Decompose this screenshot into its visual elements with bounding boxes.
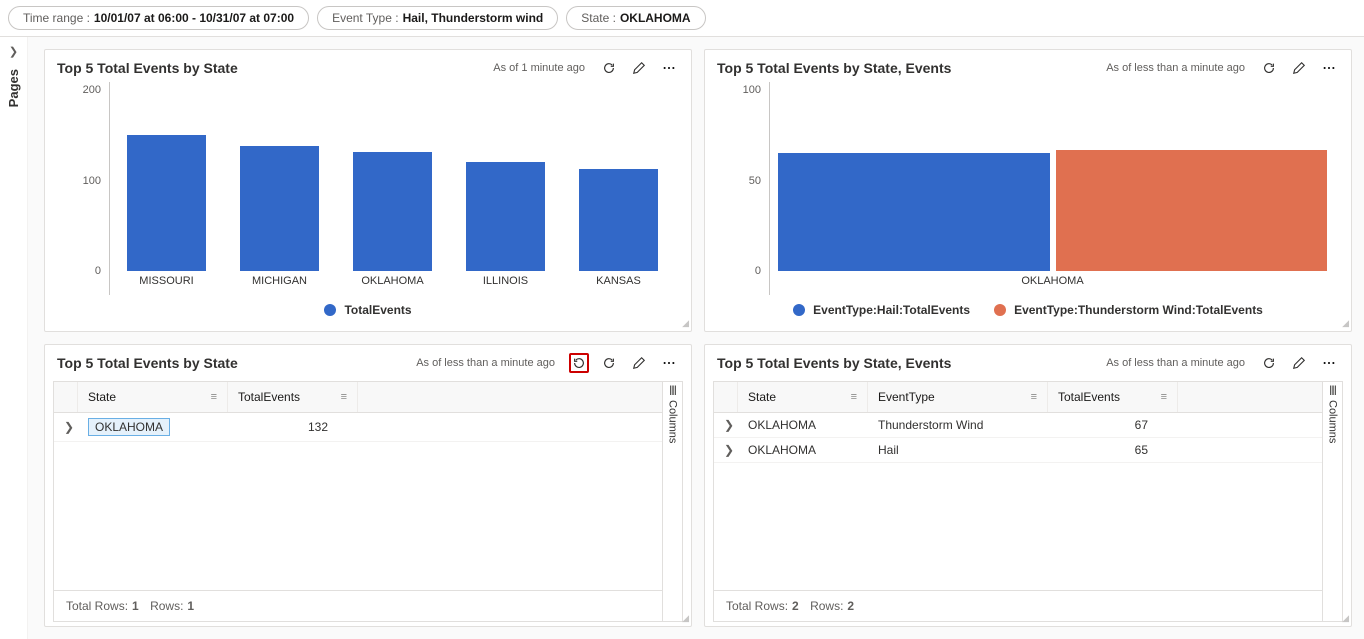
filter-event-type[interactable]: Event Type : Hail, Thunderstorm wind: [317, 6, 558, 30]
tile-title: Top 5 Total Events by State, Events: [717, 355, 1106, 371]
table-header: State≡ TotalEvents≡: [54, 382, 662, 413]
table-footer: Total Rows:2 Rows:2: [714, 590, 1322, 621]
resize-grip-icon[interactable]: [1339, 319, 1349, 329]
tile-top-right: Top 5 Total Events by State, Events As o…: [704, 49, 1352, 332]
bar[interactable]: [778, 153, 1049, 271]
expand-icon[interactable]: ❯: [714, 413, 738, 437]
bar[interactable]: [240, 146, 319, 271]
filter-bar: Time range : 10/01/07 at 06:00 - 10/31/0…: [0, 0, 1364, 37]
bar[interactable]: [353, 152, 432, 271]
column-menu-icon[interactable]: ≡: [1031, 391, 1037, 403]
asof-text: As of less than a minute ago: [1106, 62, 1245, 74]
pages-sidebar[interactable]: ❯ Pages: [0, 37, 28, 639]
resize-grip-icon[interactable]: [679, 319, 689, 329]
tile-bottom-right: Top 5 Total Events by State, Events As o…: [704, 344, 1352, 627]
resize-grip-icon[interactable]: [1339, 614, 1349, 624]
asof-text: As of less than a minute ago: [1106, 357, 1245, 369]
bar[interactable]: [466, 162, 545, 271]
column-header-state[interactable]: State≡: [78, 382, 228, 412]
resize-grip-icon[interactable]: [679, 614, 689, 624]
reset-icon[interactable]: [569, 353, 589, 373]
x-axis-label: OKLAHOMA: [770, 275, 1335, 295]
filter-state[interactable]: State : OKLAHOMA: [566, 6, 705, 30]
x-axis-label: OKLAHOMA: [336, 275, 449, 295]
tile-title: Top 5 Total Events by State: [57, 60, 493, 76]
columns-panel-toggle[interactable]: |||| Columns: [1322, 382, 1342, 621]
bar[interactable]: [1056, 150, 1327, 271]
edit-icon[interactable]: [629, 353, 649, 373]
expand-icon[interactable]: ❯: [714, 438, 738, 462]
edit-icon[interactable]: [1289, 353, 1309, 373]
edit-icon[interactable]: [1289, 58, 1309, 78]
legend-item[interactable]: EventType:Thunderstorm Wind:TotalEvents: [994, 303, 1263, 317]
expand-icon[interactable]: ❯: [54, 415, 78, 439]
x-axis-label: MICHIGAN: [223, 275, 336, 295]
columns-icon: ||||: [1329, 386, 1335, 396]
x-axis-label: MISSOURI: [110, 275, 223, 295]
asof-text: As of less than a minute ago: [416, 357, 555, 369]
x-axis-label: ILLINOIS: [449, 275, 562, 295]
tile-bottom-left: Top 5 Total Events by State As of less t…: [44, 344, 692, 627]
column-menu-icon[interactable]: ≡: [341, 391, 347, 403]
table-header: State≡ EventType≡ TotalEvents≡: [714, 382, 1322, 413]
refresh-icon[interactable]: [599, 58, 619, 78]
more-icon[interactable]: [659, 353, 679, 373]
column-header-totalevents[interactable]: TotalEvents≡: [228, 382, 358, 412]
column-header-eventtype[interactable]: EventType≡: [868, 382, 1048, 412]
asof-text: As of 1 minute ago: [493, 62, 585, 74]
refresh-icon[interactable]: [599, 353, 619, 373]
table-footer: Total Rows:1 Rows:1: [54, 590, 662, 621]
columns-icon: ||||: [669, 386, 675, 396]
refresh-icon[interactable]: [1259, 58, 1279, 78]
more-icon[interactable]: [1319, 58, 1339, 78]
table-row[interactable]: ❯OKLAHOMAHail65: [714, 438, 1322, 463]
legend-item[interactable]: EventType:Hail:TotalEvents: [793, 303, 970, 317]
table-row[interactable]: ❯OKLAHOMA132: [54, 413, 662, 442]
columns-panel-toggle[interactable]: |||| Columns: [662, 382, 682, 621]
tile-top-left: Top 5 Total Events by State As of 1 minu…: [44, 49, 692, 332]
pages-label: Pages: [6, 69, 21, 107]
edit-icon[interactable]: [629, 58, 649, 78]
tile-title: Top 5 Total Events by State, Events: [717, 60, 1106, 76]
column-header-totalevents[interactable]: TotalEvents≡: [1048, 382, 1178, 412]
chevron-right-icon[interactable]: ❯: [9, 45, 18, 58]
refresh-icon[interactable]: [1259, 353, 1279, 373]
column-menu-icon[interactable]: ≡: [1161, 391, 1167, 403]
tile-title: Top 5 Total Events by State: [57, 355, 416, 371]
x-axis-label: KANSAS: [562, 275, 675, 295]
bar[interactable]: [579, 169, 658, 271]
bar[interactable]: [127, 135, 206, 271]
filter-time-range[interactable]: Time range : 10/01/07 at 06:00 - 10/31/0…: [8, 6, 309, 30]
more-icon[interactable]: [1319, 353, 1339, 373]
table-row[interactable]: ❯OKLAHOMAThunderstorm Wind67: [714, 413, 1322, 438]
legend-item[interactable]: TotalEvents: [324, 303, 411, 317]
more-icon[interactable]: [659, 58, 679, 78]
column-menu-icon[interactable]: ≡: [851, 391, 857, 403]
column-header-state[interactable]: State≡: [738, 382, 868, 412]
column-menu-icon[interactable]: ≡: [211, 391, 217, 403]
